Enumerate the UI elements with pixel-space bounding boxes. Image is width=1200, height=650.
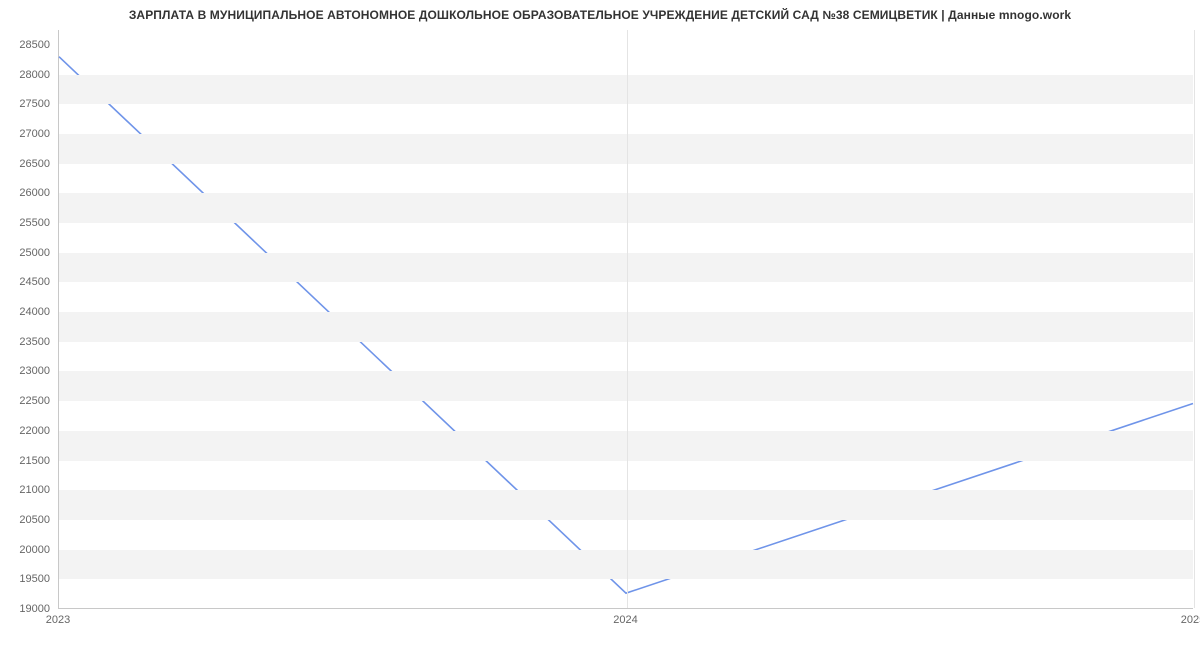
chart-container: ЗАРПЛАТА В МУНИЦИПАЛЬНОЕ АВТОНОМНОЕ ДОШК… — [0, 0, 1200, 650]
y-tick-label: 21000 — [0, 484, 50, 496]
y-tick-label: 19000 — [0, 603, 50, 615]
x-tick-label: 2023 — [46, 614, 70, 626]
y-tick-label: 21500 — [0, 455, 50, 467]
y-tick-label: 22000 — [0, 425, 50, 437]
y-tick-label: 24500 — [0, 276, 50, 288]
x-tick-label: 2025 — [1181, 614, 1200, 626]
y-tick-label: 24000 — [0, 306, 50, 318]
y-tick-label: 28000 — [0, 69, 50, 81]
y-tick-label: 27000 — [0, 128, 50, 140]
y-tick-label: 27500 — [0, 98, 50, 110]
grid-vertical — [1194, 30, 1195, 608]
plot-area — [58, 30, 1193, 609]
chart-title: ЗАРПЛАТА В МУНИЦИПАЛЬНОЕ АВТОНОМНОЕ ДОШК… — [0, 8, 1200, 22]
y-tick-label: 26000 — [0, 187, 50, 199]
y-tick-label: 20500 — [0, 514, 50, 526]
y-tick-label: 23000 — [0, 365, 50, 377]
y-tick-label: 20000 — [0, 544, 50, 556]
y-tick-label: 22500 — [0, 395, 50, 407]
y-tick-label: 19500 — [0, 573, 50, 585]
x-tick-label: 2024 — [613, 614, 637, 626]
y-tick-label: 26500 — [0, 158, 50, 170]
grid-vertical — [627, 30, 628, 608]
y-tick-label: 25500 — [0, 217, 50, 229]
y-tick-label: 23500 — [0, 336, 50, 348]
y-tick-label: 25000 — [0, 247, 50, 259]
y-tick-label: 28500 — [0, 39, 50, 51]
